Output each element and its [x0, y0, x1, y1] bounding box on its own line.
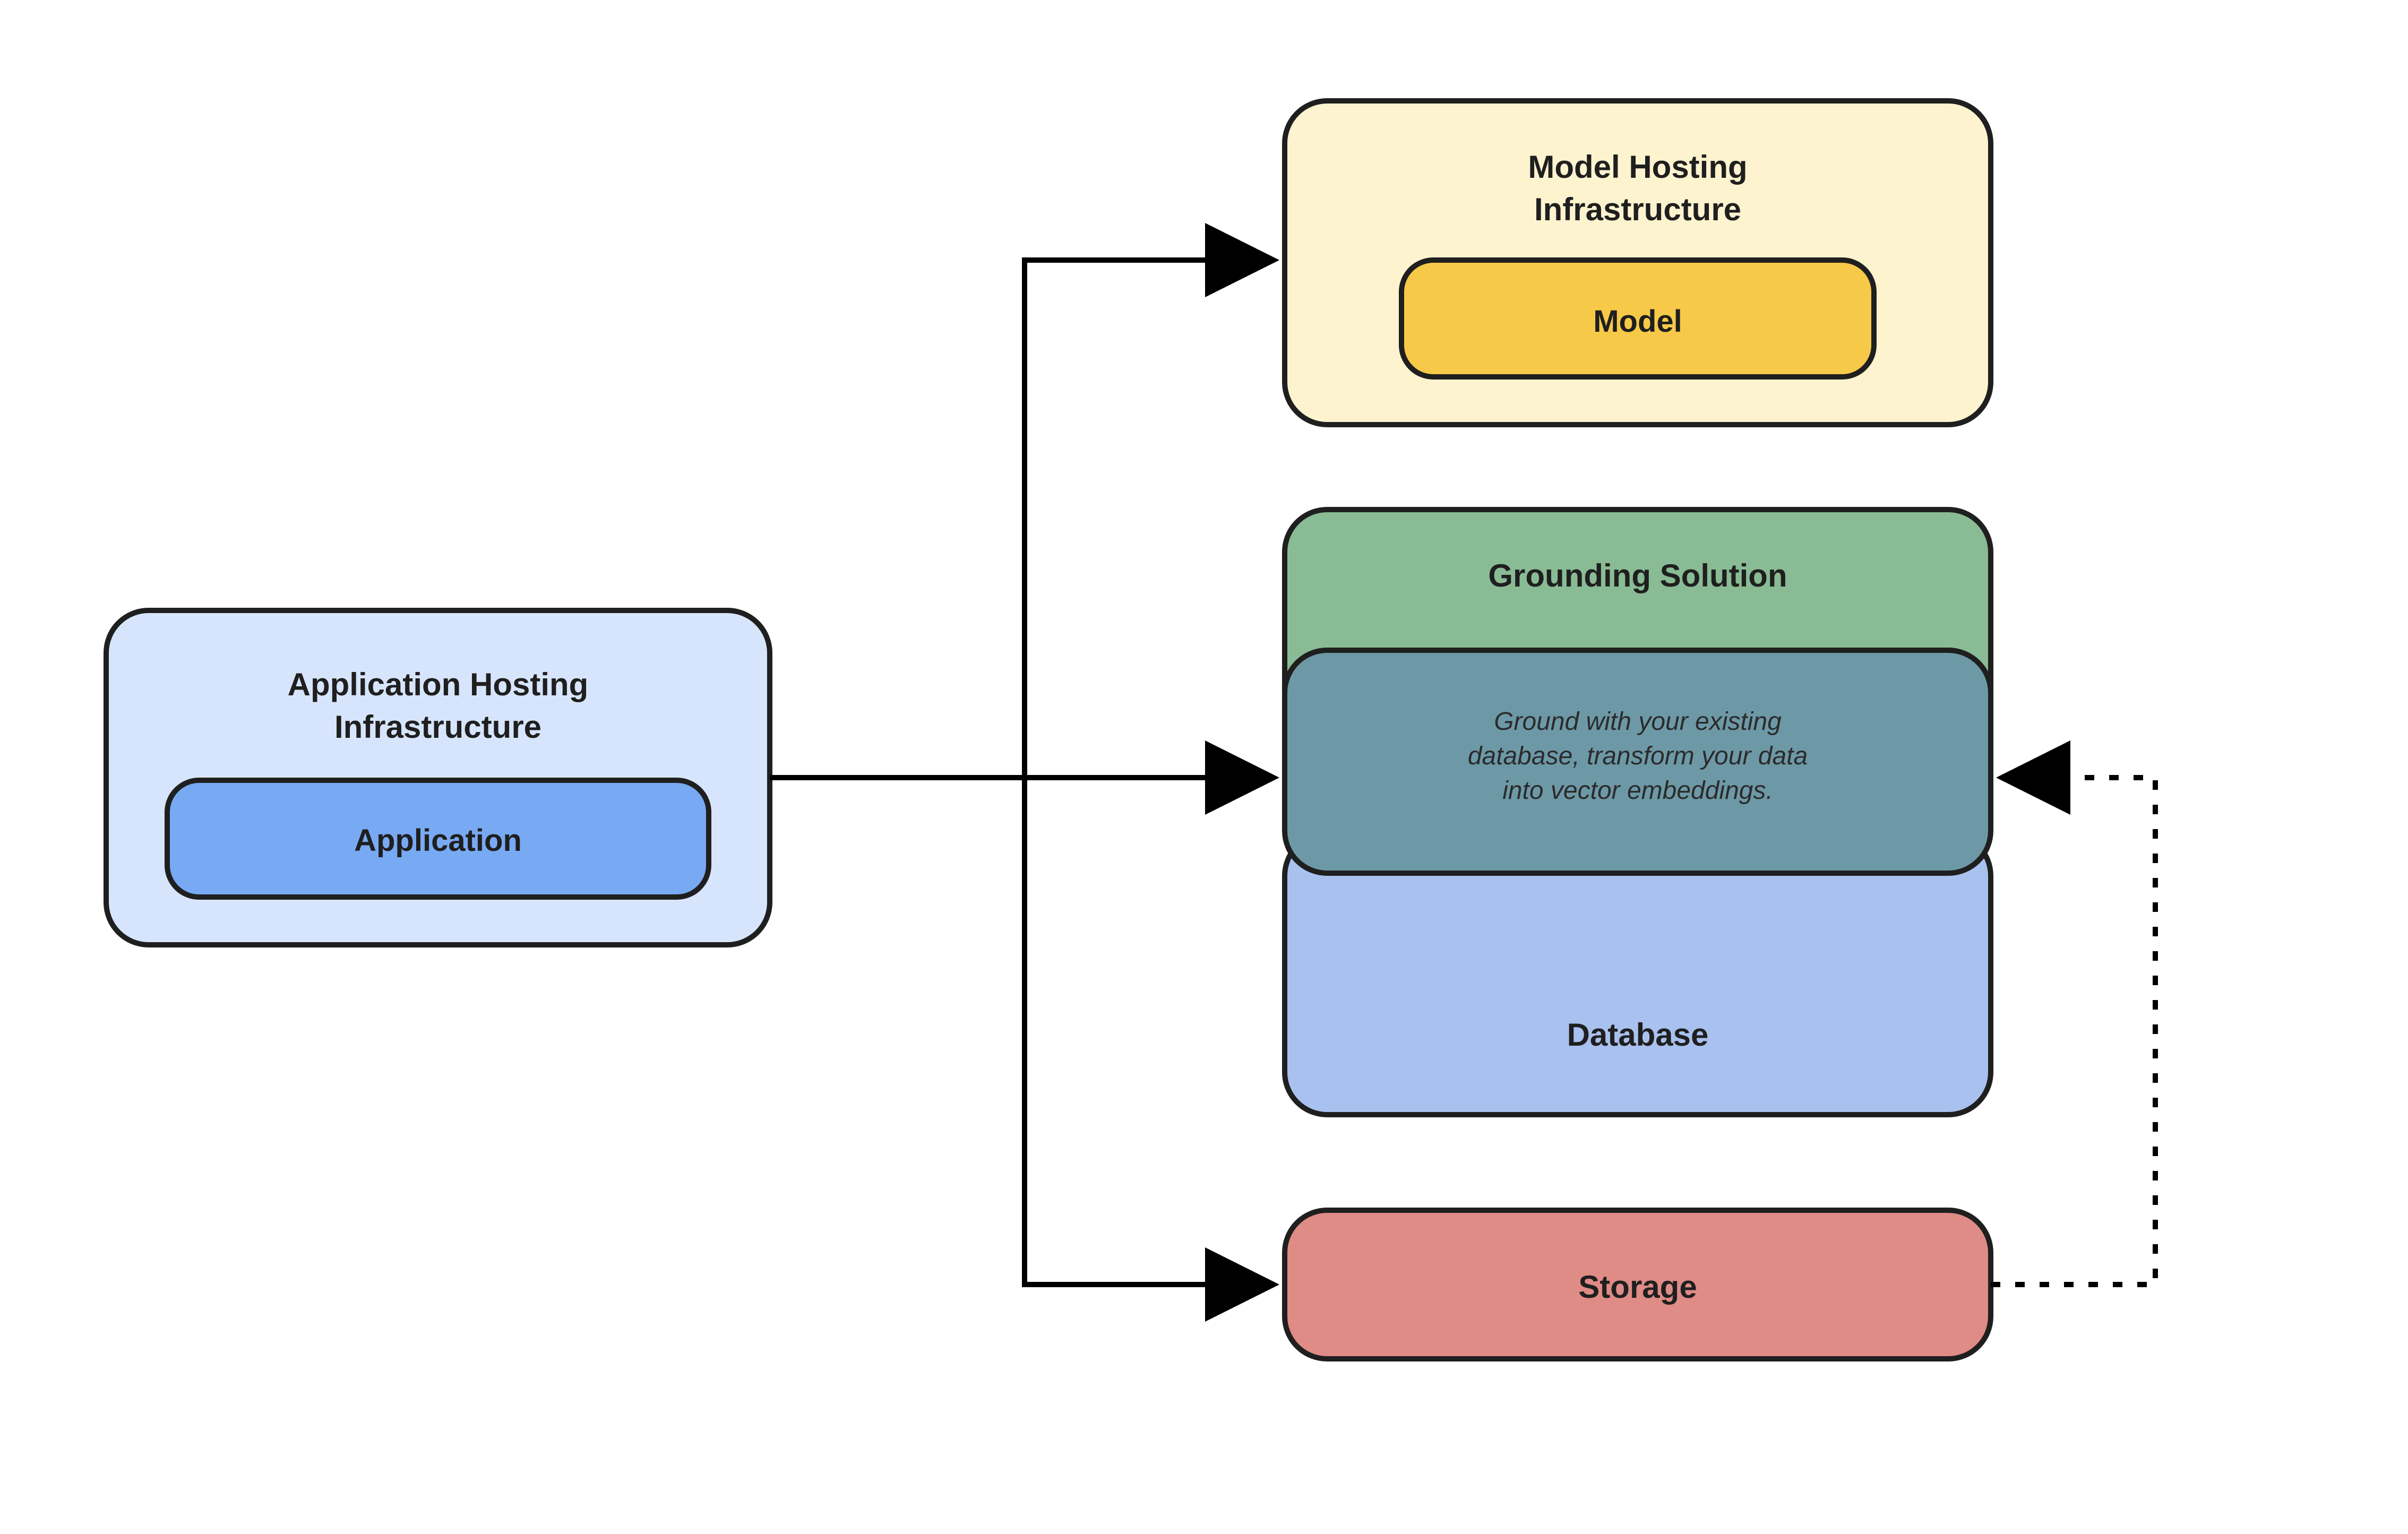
- arrow-storage-to-grounding-dashed: [1991, 778, 2155, 1285]
- model-box: Model: [1401, 260, 1874, 377]
- model-label: Model: [1593, 304, 1682, 339]
- application-label: Application: [354, 823, 522, 858]
- model-hosting-title-l2: Infrastructure: [1534, 192, 1741, 227]
- arrow-app-to-model: [1025, 260, 1269, 778]
- app-hosting-title-l2: Infrastructure: [334, 709, 541, 745]
- model-hosting-title-l1: Model Hosting: [1528, 149, 1747, 185]
- app-hosting-title-l1: Application Hosting: [288, 667, 589, 702]
- model-hosting-box: Model Hosting Infrastructure Model: [1285, 101, 1991, 425]
- database-title: Database: [1567, 1017, 1709, 1053]
- overlap-caption-l2: database, transform your data: [1468, 742, 1808, 770]
- application-box: Application: [167, 780, 709, 897]
- storage-title: Storage: [1578, 1269, 1697, 1305]
- storage-box: Storage: [1285, 1210, 1991, 1359]
- grounding-database-overlap: Ground with your existing database, tran…: [1285, 650, 1991, 873]
- app-hosting-box: Application Hosting Infrastructure Appli…: [106, 610, 770, 945]
- overlap-caption-l3: into vector embeddings.: [1502, 777, 1773, 805]
- arrow-app-to-storage: [1025, 778, 1269, 1285]
- overlap-caption-l1: Ground with your existing: [1494, 708, 1782, 736]
- architecture-diagram: Application Hosting Infrastructure Appli…: [0, 0, 2408, 1534]
- grounding-title: Grounding Solution: [1488, 558, 1787, 593]
